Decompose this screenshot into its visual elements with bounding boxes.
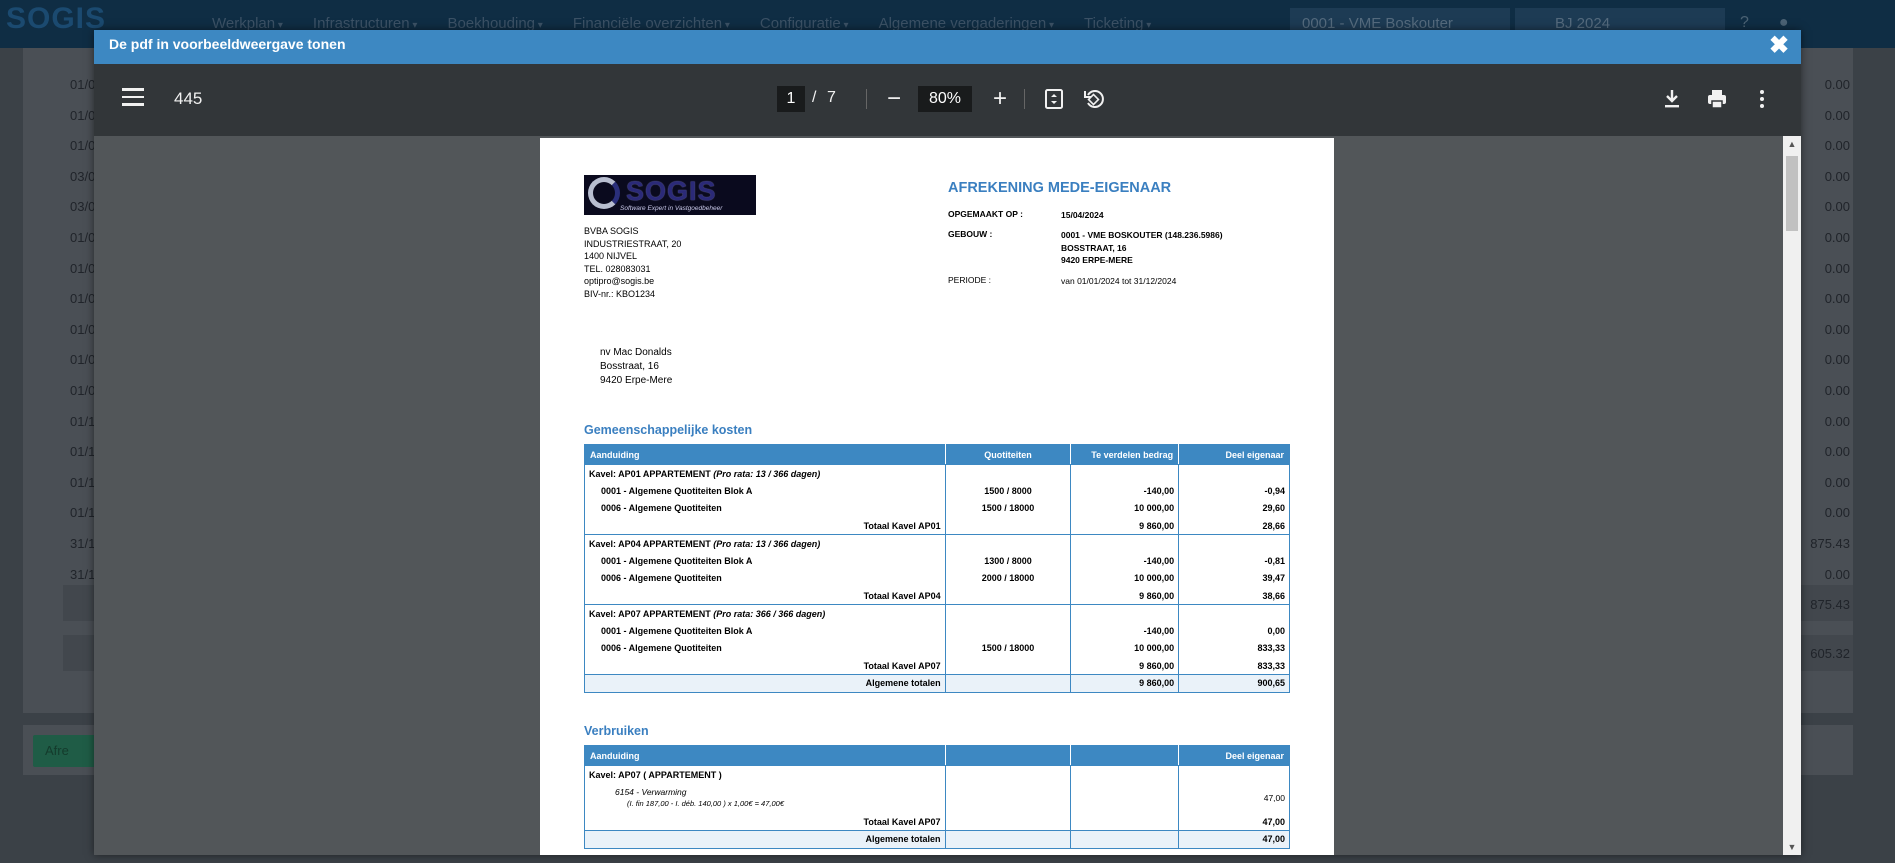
subtotal-row: Totaal Kavel AP07 47,00 [584,813,1290,831]
page-number-input[interactable]: 1 [777,86,805,112]
download-icon[interactable] [1657,84,1687,114]
fit-page-icon[interactable] [1039,84,1069,114]
subtotal-row: Totaal Kavel AP07 9 860,00 833,33 [584,657,1290,675]
bg-date-cell: 01/0 [70,382,96,398]
bg-amount-cell: 0.00 [1824,77,1850,92]
table-row: 0006 - Algemene Quotiteiten 2000 / 18000 1… [584,569,1290,587]
pdf-preview-modal: De pdf in voorbeeldweergave tonen ✖ 445 … [94,30,1801,855]
table-row: 0001 - Algemene Quotiteiten Blok A -140,0… [584,622,1290,640]
grand-total-row: Algemene totalen 9 860,00 900,65 [584,674,1290,693]
pdf-toolbar: 445 1 / 7 − 80% + [94,64,1801,136]
bg-amount-cell: 0.00 [1824,444,1850,460]
bg-date-cell: 01/1 [70,413,96,429]
bg-date-cell: 01/1 [70,474,96,490]
menu-icon[interactable] [122,88,144,110]
zoom-out-icon[interactable]: − [879,84,909,114]
scroll-down-icon[interactable]: ▼ [1783,839,1801,855]
scroll-thumb[interactable] [1786,156,1798,231]
consumption-table: Aanduiding Deel eigenaar Kavel: AP07 ( A… [584,745,1290,849]
subtotal-row: Totaal Kavel AP04 9 860,00 38,66 [584,587,1290,605]
costs-table: Aanduiding Quotiteiten Te verdelen bedra… [584,444,1290,693]
document-name: 445 [174,89,203,108]
table-row: 6154 - Verwarming (I. fin 187,00 - I. déb… [584,783,1290,813]
modal-title: De pdf in voorbeeldweergave tonen [109,36,346,52]
bg-amount-cell: 0.00 [1824,382,1850,398]
bg-date-cell: 01/0 [70,260,96,276]
close-icon[interactable]: ✖ [1767,32,1791,60]
bg-amount-cell: 0.00 [1824,168,1850,184]
bg-date-cell: 03/0 [70,199,96,215]
document-title: AFREKENING MEDE-EIGENAAR [948,180,1172,196]
section-title-consumption: Verbruiken [584,724,649,738]
bg-date-cell: 01/0 [70,291,96,307]
kavel-row: Kavel: AP07 APPARTEMENT (Pro rata: 366 /… [584,604,1290,622]
bg-amount-cell: 0.00 [1824,291,1850,307]
bg-amount-cell: 0.00 [1824,352,1850,368]
bg-amount-cell: 0.00 [1824,260,1850,276]
bg-amount-cell: 0.00 [1824,474,1850,490]
bg-date-cell: 01/0 [70,138,96,154]
bg-date-cell: 01/0 [70,77,96,92]
zoom-in-icon[interactable]: + [985,84,1015,114]
scroll-up-icon[interactable]: ▲ [1783,136,1801,152]
grand-total-row: Algemene totalen 47,00 [584,830,1290,849]
bg-date-cell: 31/1 [70,535,96,551]
viewer-scrollbar[interactable]: ▲ ▼ [1783,136,1801,855]
modal-header: De pdf in voorbeeldweergave tonen ✖ [94,30,1801,64]
recipient-address: nv Mac Donalds Bosstraat, 16 9420 Erpe-M… [600,347,673,386]
zoom-level-input[interactable]: 80% [918,86,972,112]
sogis-logo: SOGIS Software Expert in Vastgoedbeheer [584,175,756,215]
bg-date-cell: 01/0 [70,107,96,123]
bg-date-cell: 03/0 [70,168,96,184]
pdf-page: SOGIS Software Expert in Vastgoedbeheer … [540,138,1334,855]
bg-amount-cell: 0.00 [1824,321,1850,337]
pdf-viewer[interactable]: SOGIS Software Expert in Vastgoedbeheer … [94,136,1801,855]
bg-amount-column: 0.00 0.00 0.00 0.00 0.00 0.00 0.00 0.00 0.00 0.00… [1810,70,1850,590]
bg-amount-cell: 0.00 [1824,229,1850,245]
bg-amount-cell: 0.00 [1824,505,1850,521]
subtotal-row: Totaal Kavel AP01 9 860,00 28,66 [584,517,1290,535]
bg-amount-cell: 0.00 [1824,138,1850,154]
print-icon[interactable] [1702,84,1732,114]
bg-date-cell: 01/1 [70,444,96,460]
bg-total-1: 875.43 [1810,597,1850,612]
bg-amount-cell: 875.43 [1810,535,1850,551]
bg-date-cell: 01/0 [70,229,96,245]
bg-amount-cell: 0.00 [1824,199,1850,215]
table-row: 0001 - Algemene Quotiteiten Blok A 1300 /… [584,552,1290,570]
bg-total-2: 605.32 [1810,646,1850,661]
toolbar-divider [1024,89,1025,109]
kavel-row: Kavel: AP04 APPARTEMENT (Pro rata: 13 / … [584,534,1290,552]
table-row: 0001 - Algemene Quotiteiten Blok A 1500 /… [584,482,1290,500]
toolbar-divider [866,89,867,109]
rotate-icon[interactable] [1079,84,1109,114]
bg-amount-cell: 0.00 [1824,107,1850,123]
kavel-row: Kavel: AP07 ( APPARTEMENT ) [584,765,1290,783]
kavel-row: Kavel: AP01 APPARTEMENT (Pro rata: 13 / … [584,464,1290,482]
table-row: 0006 - Algemene Quotiteiten 1500 / 18000 1… [584,499,1290,517]
sender-address: BVBA SOGIS INDUSTRIESTRAAT, 20 1400 NIJV… [584,226,682,299]
page-separator: / [812,89,817,106]
bg-date-cell: 01/0 [70,321,96,337]
bg-date-cell: 01/1 [70,505,96,521]
section-title-costs: Gemeenschappelijke kosten [584,423,753,437]
bg-date-cell: 01/0 [70,352,96,368]
more-options-icon[interactable] [1747,84,1777,114]
bg-amount-cell: 0.00 [1824,413,1850,429]
bg-date-column: 01/0 01/0 01/0 03/0 03/0 01/0 01/0 01/0 01/0 01/0… [70,70,95,590]
table-row: 0006 - Algemene Quotiteiten 1500 / 18000 1… [584,639,1290,657]
page-total: 7 [827,89,836,106]
